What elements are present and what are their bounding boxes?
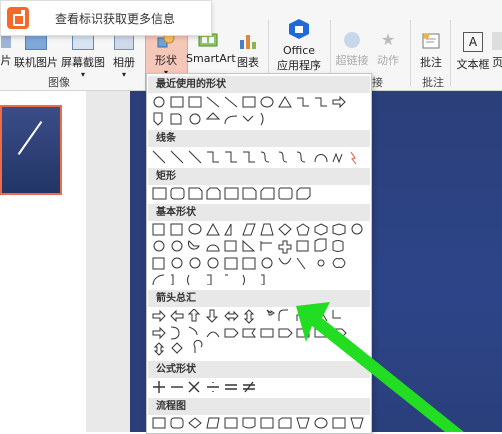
tooltip-popup: 查看标识获取更多信息 <box>0 0 212 36</box>
star-icon: ★ <box>380 30 396 49</box>
section-recent: 最近使用的形状 <box>148 76 370 93</box>
header-button[interactable]: 页 <box>492 32 502 70</box>
section-arrows: 箭头总汇 <box>148 290 370 307</box>
lines-grid[interactable] <box>152 150 368 164</box>
formula-grid[interactable] <box>152 380 368 394</box>
slide-canvas-left <box>130 91 146 432</box>
chart-button[interactable]: 图表 <box>234 32 262 70</box>
smartart-button[interactable]: SmartArt <box>186 32 236 65</box>
globe-link-icon <box>344 32 360 48</box>
section-flowchart: 流程图 <box>148 398 370 415</box>
chart-icon <box>238 32 258 50</box>
rectangles-grid[interactable] <box>152 187 368 201</box>
flowchart-grid[interactable] <box>152 417 368 431</box>
basic-shapes-grid[interactable] <box>152 223 368 285</box>
action-button[interactable]: ★ 动作 <box>374 32 402 68</box>
tooltip-text: 查看标识获取更多信息 <box>55 12 176 26</box>
shapes-button[interactable]: 形状 ▾ <box>148 32 184 77</box>
arrows-grid[interactable] <box>152 309 368 357</box>
group-images: 图像 <box>48 76 70 89</box>
album-button[interactable]: 相册 ▾ <box>108 32 140 79</box>
slide-thumbnail[interactable] <box>0 105 62 195</box>
section-lines: 线条 <box>148 130 370 147</box>
textbox-icon: A <box>463 32 483 52</box>
shapes-dropdown: 最近使用的形状 线条 矩形 基本形状 箭头总汇 公式形状 流程图 <box>146 73 372 434</box>
picture-button[interactable]: 片 <box>0 32 12 68</box>
hyperlink-button[interactable]: 超链接 <box>334 32 370 68</box>
group-links: 接 <box>372 76 383 89</box>
section-rectangles: 矩形 <box>148 168 370 185</box>
online-pictures-button[interactable]: 联机图片 <box>14 32 58 70</box>
slide-canvas[interactable] <box>370 91 502 432</box>
group-comments: 批注 <box>422 76 444 89</box>
office-apps-button[interactable]: Office 应用程序 <box>272 18 326 73</box>
app-logo-icon <box>7 7 29 29</box>
comment-button[interactable]: 批注 <box>416 32 446 70</box>
recent-shapes-grid[interactable] <box>152 96 368 128</box>
comment-icon <box>422 32 440 50</box>
section-basic: 基本形状 <box>148 204 370 221</box>
office-store-icon <box>288 18 310 40</box>
screenshot-button[interactable]: 屏幕截图 ▾ <box>60 32 106 79</box>
textbox-button[interactable]: A 文本框 <box>454 32 492 72</box>
section-formula: 公式形状 <box>148 361 370 378</box>
